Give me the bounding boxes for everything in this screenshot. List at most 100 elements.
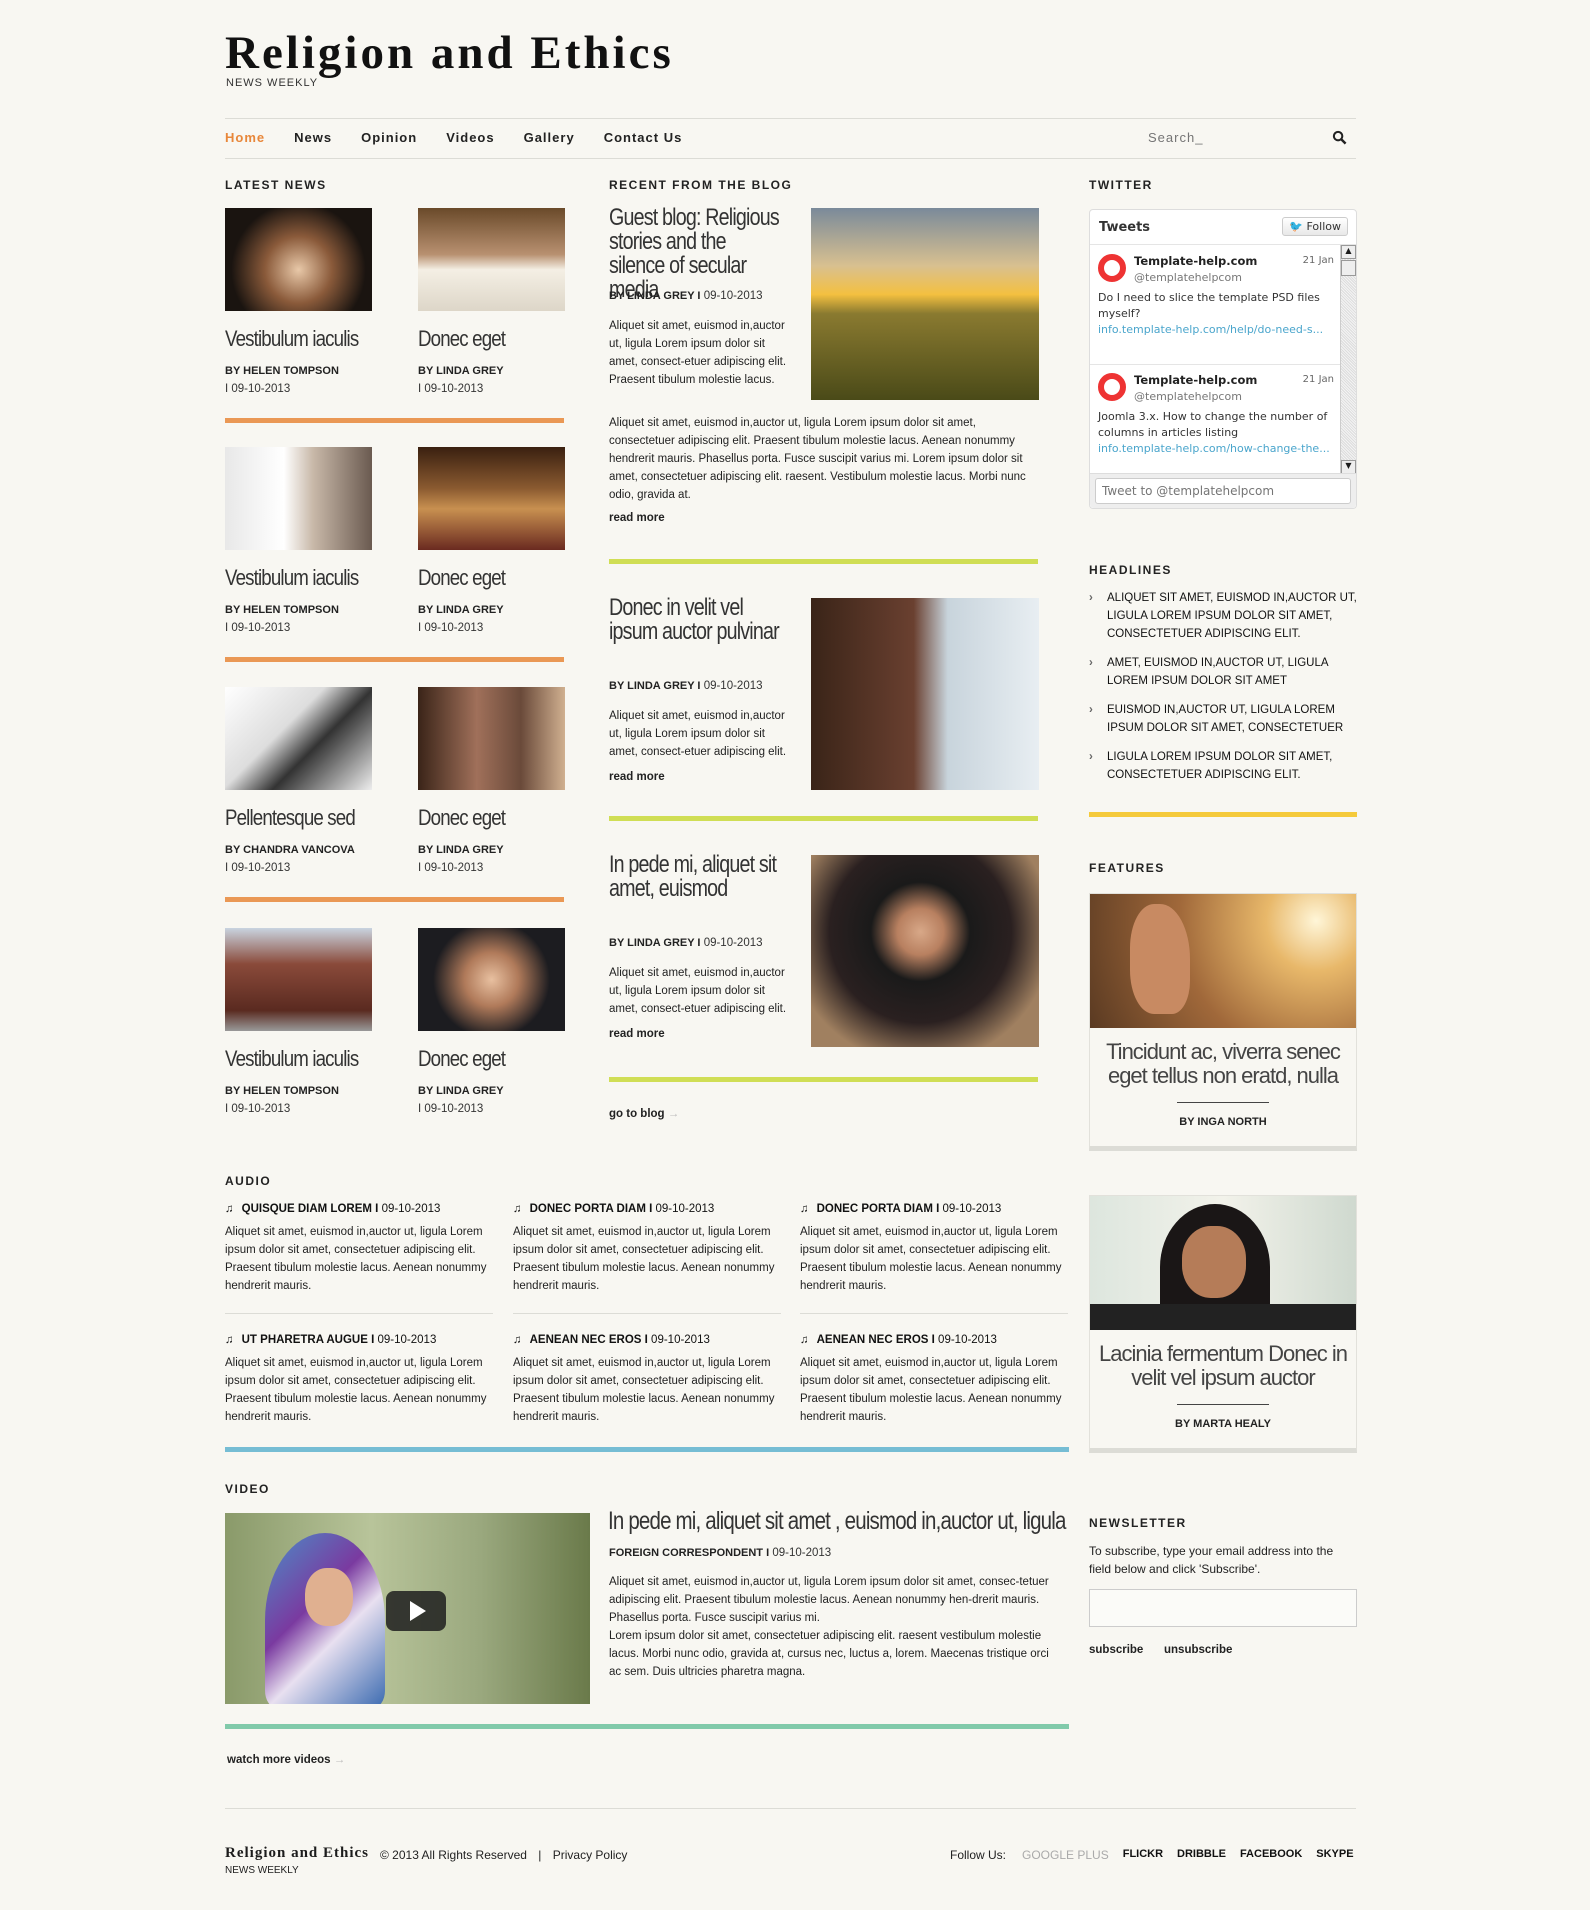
search-icon[interactable] (1332, 130, 1347, 145)
scroll-down-icon[interactable]: ▼ (1341, 460, 1356, 474)
feature-title[interactable]: Lacinia fermentum Donec in velit vel ips… (1090, 1342, 1356, 1390)
news-title[interactable]: Vestibulum iaculis (225, 565, 359, 591)
audio-text: Aliquet sit amet, euismod in,auctor ut, … (513, 1226, 775, 1292)
subscribe-link[interactable]: subscribe (1089, 1644, 1143, 1656)
blog-byline: BY LINDA GREY I 09-10-2013 (609, 680, 763, 692)
news-title[interactable]: Donec eget (418, 565, 506, 591)
news-image[interactable] (418, 447, 565, 550)
audio-title[interactable]: DONEC PORTA DIAM I (817, 1203, 940, 1215)
news-image[interactable] (418, 928, 565, 1031)
news-title[interactable]: Pellentesque sed (225, 805, 356, 831)
blog-date: 09-10-2013 (703, 937, 763, 949)
blog-title[interactable]: In pede mi, aliquet sit amet, euismod (609, 853, 781, 901)
news-title[interactable]: Vestibulum iaculis (225, 326, 359, 352)
audio-title[interactable]: QUISQUE DIAM LOREM I (242, 1203, 379, 1215)
follow-us-label: Follow Us: (950, 1848, 1007, 1862)
privacy-policy-link[interactable]: Privacy Policy (553, 1848, 628, 1862)
tweets-scrollbar[interactable]: ▲ ▼ (1340, 245, 1356, 474)
social-dribble[interactable]: DRIBBLE (1177, 1848, 1226, 1862)
nav-gallery[interactable]: Gallery (524, 130, 575, 145)
news-title[interactable]: Donec eget (418, 805, 506, 831)
feature-card[interactable]: Tincidunt ac, viverra senec eget tellus … (1089, 893, 1357, 1151)
news-image[interactable] (225, 447, 372, 550)
news-divider-bar (225, 657, 564, 662)
footer-logo[interactable]: Religion and Ethics (225, 1845, 369, 1862)
headline-item[interactable]: › LIGULA LOREM IPSUM DOLOR SIT AMET, CONS… (1089, 748, 1357, 784)
audio-date: 09-10-2013 (381, 1203, 441, 1215)
nav-opinion[interactable]: Opinion (361, 130, 417, 145)
read-more-link[interactable]: read more (609, 512, 665, 524)
unsubscribe-link[interactable]: unsubscribe (1164, 1644, 1232, 1656)
feature-card[interactable]: Lacinia fermentum Donec in velit vel ips… (1089, 1195, 1357, 1453)
news-image[interactable] (225, 208, 372, 311)
news-image[interactable] (418, 208, 565, 311)
tweet[interactable]: Template-help.com 21 Jan @templatehelpco… (1090, 365, 1340, 465)
audio-title[interactable]: DONEC PORTA DIAM I (530, 1203, 653, 1215)
news-image[interactable] (418, 687, 565, 790)
audio-title[interactable]: AENEAN NEC EROS I (817, 1334, 935, 1346)
headline-item[interactable]: › ALIQUET SIT AMET, EUISMOD IN,AUCTOR UT,… (1089, 589, 1357, 643)
audio-text: Aliquet sit amet, euismod in,auctor ut, … (225, 1226, 487, 1292)
social-flickr[interactable]: FLICKR (1123, 1848, 1163, 1862)
tweet-text: Do I need to slice the template PSD file… (1098, 291, 1320, 320)
video-player[interactable] (225, 1513, 590, 1704)
newsletter-text: To subscribe, type your email address in… (1089, 1544, 1334, 1576)
audio-title[interactable]: UT PHARETRA AUGUE I (242, 1334, 375, 1346)
play-button[interactable] (386, 1591, 446, 1631)
news-image[interactable] (225, 928, 372, 1031)
site-logo[interactable]: Religion and Ethics (225, 26, 674, 80)
news-title[interactable]: Donec eget (418, 1046, 506, 1072)
social-facebook[interactable]: FACEBOOK (1240, 1848, 1302, 1862)
social-google-plus[interactable]: GOOGLE PLUS (1022, 1848, 1109, 1862)
feature-title[interactable]: Tincidunt ac, viverra senec eget tellus … (1090, 1040, 1356, 1088)
tweet-link[interactable]: info.template-help.com/how-change-the... (1098, 441, 1332, 457)
nav-contact-us[interactable]: Contact Us (604, 130, 683, 145)
tweet-input[interactable] (1095, 478, 1351, 504)
audio-item: ♫ DONEC PORTA DIAM I 09-10-2013 Aliquet s… (513, 1203, 781, 1295)
scroll-thumb[interactable] (1341, 260, 1356, 276)
headline-item[interactable]: › EUISMOD IN,AUCTOR UT, LIGULA LOREM IPSU… (1089, 701, 1357, 737)
read-more-link[interactable]: read more (609, 771, 665, 783)
headline-item[interactable]: › AMET, EUISMOD IN,AUCTOR UT, LIGULA LORE… (1089, 654, 1357, 690)
news-title[interactable]: Vestibulum iaculis (225, 1046, 359, 1072)
nav-news[interactable]: News (294, 130, 332, 145)
news-author: BY HELEN TOMPSON (225, 365, 339, 377)
blog-image[interactable] (811, 855, 1039, 1047)
blog-title[interactable]: Guest blog: Religious stories and the si… (609, 206, 781, 302)
social-skype[interactable]: SKYPE (1316, 1848, 1353, 1862)
audio-item: ♫ AENEAN NEC EROS I 09-10-2013 Aliquet si… (800, 1334, 1068, 1426)
news-title[interactable]: Donec eget (418, 326, 506, 352)
tweet[interactable]: Template-help.com 21 Jan @templatehelpco… (1090, 246, 1340, 365)
nav-home[interactable]: Home (225, 130, 265, 145)
face-shape (1130, 904, 1190, 1014)
news-image[interactable] (225, 687, 372, 790)
go-to-blog-link[interactable]: go to blog → (609, 1108, 679, 1120)
read-more-link[interactable]: read more (609, 1028, 665, 1040)
audio-title[interactable]: AENEAN NEC EROS I (530, 1334, 648, 1346)
video-title[interactable]: In pede mi, aliquet sit amet , euismod i… (608, 1509, 1067, 1534)
feature-image[interactable] (1090, 1196, 1356, 1330)
newsletter-email-input[interactable] (1089, 1589, 1357, 1627)
news-date: I 09-10-2013 (418, 383, 484, 395)
news-date: I 09-10-2013 (225, 622, 291, 634)
nav-videos[interactable]: Videos (446, 130, 494, 145)
twitter-heading: TWITTER (1089, 178, 1153, 192)
footer-tagline: NEWS WEEKLY (225, 1865, 299, 1876)
blog-title[interactable]: Donec in velit vel ipsum auctor pulvinar (609, 596, 781, 644)
music-note-icon: ♫ (225, 1203, 234, 1215)
tweet-link[interactable]: info.template-help.com/help/do-need-s... (1098, 322, 1332, 338)
blog-author: BY LINDA GREY I (609, 680, 701, 692)
scroll-up-icon[interactable]: ▲ (1341, 245, 1356, 259)
blog-byline: BY LINDA GREY I 09-10-2013 (609, 937, 763, 949)
watch-more-videos-link[interactable]: watch more videos → (227, 1754, 345, 1766)
blog-image[interactable] (811, 598, 1039, 790)
feature-image[interactable] (1090, 894, 1356, 1028)
audio-text: Aliquet sit amet, euismod in,auctor ut, … (225, 1357, 487, 1423)
footer-separator: | (538, 1848, 542, 1862)
blog-body: Aliquet sit amet, euismod in,auctor ut, … (609, 417, 1026, 501)
search-input[interactable] (1148, 130, 1298, 145)
follow-button[interactable]: 🐦 Follow (1282, 217, 1348, 236)
blog-image[interactable] (811, 208, 1039, 400)
blog-author: BY LINDA GREY I (609, 937, 701, 949)
audio-date: 09-10-2013 (377, 1334, 437, 1346)
